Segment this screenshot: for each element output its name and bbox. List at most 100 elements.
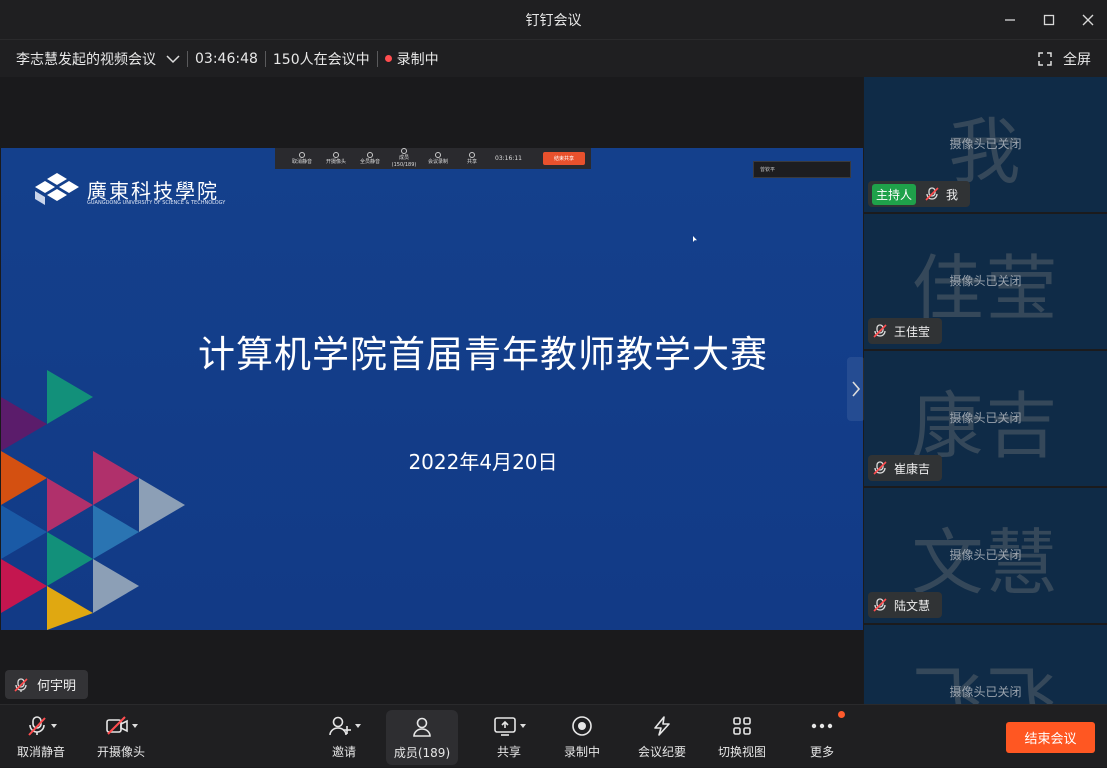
meeting-duration: 03:46:48: [195, 50, 258, 67]
participant-tile[interactable]: 康吉 摄像头已关闭 崔康吉: [864, 351, 1107, 486]
grid-view-icon: [733, 717, 751, 735]
mini-end-share: 结束共享: [543, 152, 585, 165]
invite-label: 邀请: [331, 745, 356, 759]
meeting-toolbar: 取消静音 开摄像头 邀请 成员(189) 共享 录制中 会议纪要 切换视图 更多…: [0, 704, 1107, 767]
notification-dot: [838, 711, 845, 718]
camera-off-icon: [105, 716, 128, 735]
university-subtitle: GUANGDONG UNIVERSITY OF SCIENCE & TECHNO…: [87, 200, 226, 206]
members-icon: [413, 717, 431, 737]
mic-muted-icon: [27, 716, 46, 736]
camera-off-label: 摄像头已关闭: [949, 137, 1022, 151]
next-page-button[interactable]: [847, 357, 865, 421]
participant-tile[interactable]: 我 摄像头已关闭 主持人 我: [864, 77, 1107, 212]
mini-item: 取消静音: [285, 151, 319, 166]
slide-title: 计算机学院首届青年教师教学大赛: [198, 333, 768, 376]
camera-off-label: 摄像头已关闭: [949, 274, 1022, 288]
recording-status[interactable]: 录制中: [378, 40, 446, 77]
maximize-icon: [1043, 14, 1054, 25]
fullscreen-button[interactable]: 全屏: [1038, 40, 1091, 78]
mic-muted-icon: [925, 187, 939, 201]
caret-down-icon[interactable]: [354, 724, 361, 728]
slide-date: 2022年4月20日: [408, 450, 558, 474]
meeting-name-dropdown[interactable]: 李志慧发起的视频会议: [0, 40, 187, 77]
share-label: 共享: [496, 745, 521, 759]
recording-dot-icon: [384, 55, 392, 62]
members-label: 成员(189): [393, 746, 451, 760]
fullscreen-label: 全屏: [1063, 52, 1091, 68]
caret-down-icon[interactable]: [131, 724, 138, 728]
unmute-button[interactable]: 取消静音: [10, 705, 72, 768]
camera-label: 开摄像头: [96, 745, 145, 759]
chevron-down-icon: [166, 54, 180, 63]
participant-name: 王佳莹: [894, 324, 931, 339]
caret-down-icon[interactable]: [519, 724, 526, 728]
host-badge: 主持人: [872, 183, 917, 205]
chevron-right-icon: [852, 381, 861, 397]
lightning-icon: [654, 716, 670, 736]
shared-screen-area: 取消静音 开摄像头 全员静音 成员(150/189) 会议录制 共享 03:16…: [0, 77, 865, 704]
members-button[interactable]: 成员(189): [386, 710, 458, 765]
camera-off-label: 摄像头已关闭: [949, 548, 1022, 562]
university-logo-icon: [35, 173, 79, 205]
window-title: 钉钉会议: [525, 12, 582, 29]
speaker-name: 何宇明: [37, 679, 77, 694]
end-meeting-button[interactable]: 结束会议: [1006, 722, 1095, 753]
mini-time: 03:16:11: [495, 155, 522, 162]
participant-tile[interactable]: 飞飞 摄像头已关闭: [864, 625, 1107, 704]
unmute-label: 取消静音: [16, 745, 65, 759]
minimize-icon: [1004, 18, 1015, 21]
camera-off-label: 摄像头已关闭: [949, 685, 1022, 699]
presentation-slide: 取消静音 开摄像头 全员静音 成员(150/189) 会议录制 共享 03:16…: [1, 148, 863, 630]
mouse-cursor-icon: [693, 236, 697, 242]
mic-muted-icon: [14, 677, 28, 692]
participant-tag: 陆文慧: [868, 592, 943, 618]
share-button[interactable]: 共享: [488, 705, 530, 768]
mic-muted-icon: [873, 598, 887, 612]
add-user-icon: [328, 716, 351, 736]
camera-off-label: 摄像头已关闭: [949, 411, 1022, 425]
fullscreen-icon: [1038, 52, 1052, 66]
caret-down-icon[interactable]: [50, 724, 57, 728]
record-icon: [572, 716, 592, 736]
share-screen-icon: [493, 717, 516, 736]
more-dots-icon: [811, 723, 833, 729]
participant-tag: 主持人 我: [868, 181, 971, 207]
window-controls: [990, 0, 1107, 39]
mini-item: 共享: [455, 151, 489, 166]
invite-button[interactable]: 邀请: [322, 705, 366, 768]
participant-tag: 王佳莹: [868, 318, 943, 344]
mini-item: 开摄像头: [319, 151, 353, 166]
meeting-minutes-button[interactable]: 会议纪要: [634, 705, 690, 768]
shared-mini-toolbar: 取消静音 开摄像头 全员静音 成员(150/189) 会议录制 共享 03:16…: [275, 148, 591, 169]
participant-name: 崔康吉: [894, 461, 931, 476]
participant-sidebar: 我 摄像头已关闭 主持人 我 佳莹 摄像头已关闭 王佳莹 康吉 摄像头已关闭 崔…: [864, 77, 1107, 704]
close-button[interactable]: [1068, 0, 1107, 39]
participant-tile[interactable]: 佳莹 摄像头已关闭 王佳莹: [864, 214, 1107, 349]
close-icon: [1082, 14, 1093, 25]
participant-name: 我: [946, 187, 959, 202]
switch-view-button[interactable]: 切换视图: [714, 705, 770, 768]
maximize-button[interactable]: [1029, 0, 1068, 39]
participant-name: 陆文慧: [894, 598, 931, 613]
participant-tag: 崔康吉: [868, 455, 943, 481]
recording-label: 录制中: [396, 51, 439, 68]
mini-item: 全员静音: [353, 151, 387, 166]
title-bar: 钉钉会议: [0, 0, 1107, 39]
recording-button-label: 录制中: [563, 745, 600, 759]
decorative-triangles: [1, 370, 185, 630]
meeting-info-bar: 李志慧发起的视频会议 03:46:48 150人在会议中 录制中 全屏: [0, 39, 1107, 77]
minimize-button[interactable]: [990, 0, 1029, 39]
mini-item: 会议录制: [421, 151, 455, 166]
recording-button[interactable]: 录制中: [560, 705, 604, 768]
switch-view-label: 切换视图: [717, 745, 766, 759]
participant-count[interactable]: 150人在会议中: [266, 40, 377, 77]
meeting-minutes-label: 会议纪要: [637, 745, 686, 759]
mini-item: 成员(150/189): [387, 148, 421, 169]
participant-tile[interactable]: 文慧 摄像头已关闭 陆文慧: [864, 488, 1107, 623]
mic-muted-icon: [873, 461, 887, 475]
mini-speaker-box: 曾钦平: [753, 161, 851, 178]
more-button[interactable]: 更多: [800, 705, 845, 768]
camera-button[interactable]: 开摄像头: [90, 705, 152, 768]
more-label: 更多: [809, 745, 834, 759]
mic-muted-icon: [873, 324, 887, 338]
